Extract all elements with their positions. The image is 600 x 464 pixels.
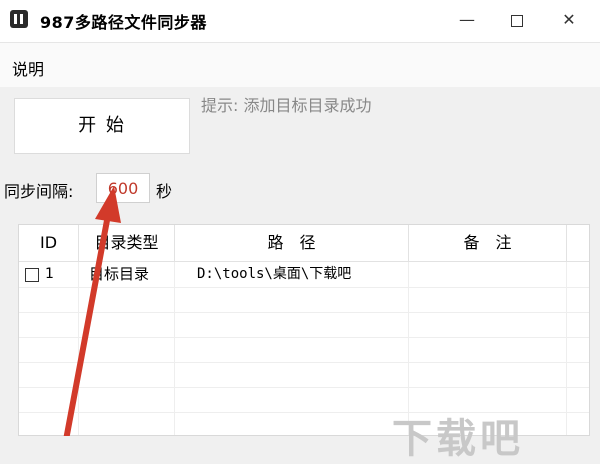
- watermark-logo: 下载吧: [392, 416, 524, 462]
- annotation-arrow: [63, 186, 121, 436]
